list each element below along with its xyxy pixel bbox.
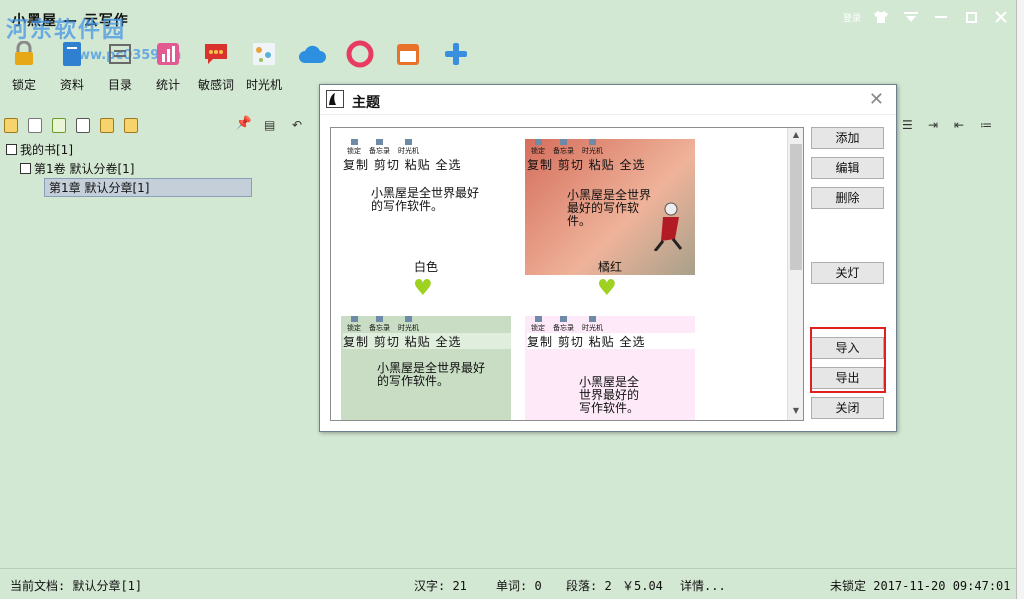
new-chapter-icon[interactable] [52, 117, 66, 133]
ring-icon [346, 40, 374, 68]
undo-icon[interactable]: ↶ [292, 118, 302, 132]
app-icon [326, 90, 344, 108]
paragraph-count: 段落: 2 [566, 579, 612, 593]
tree-node-volume[interactable]: 第1卷 默认分卷[1] [6, 159, 256, 178]
selected-heart-icon: ♥ [597, 276, 617, 301]
tree-node-chapter[interactable]: 第1章 默认分章[1] [6, 178, 256, 197]
mini-toolbar: 锁定 备忘录 时光机 [347, 139, 511, 156]
lights-off-button[interactable]: 关灯 [811, 262, 884, 284]
toolbar-label: 时光机 [245, 78, 282, 92]
window-controls: 登录 [838, 6, 1016, 28]
current-document: 当前文档: 默认分章[1] [10, 579, 143, 593]
indent-icon[interactable]: ⇥ [928, 118, 938, 132]
toolbar-materials-button[interactable]: 资料 [48, 36, 96, 100]
paragraph-icon[interactable]: ▤ [264, 118, 275, 132]
sample-text: 小黑屋是全世界最好 的写作软件。 [377, 361, 486, 388]
menu-dropdown-icon[interactable] [896, 6, 926, 28]
align-icon[interactable]: ☰ [902, 118, 913, 132]
toolbar-stats-button[interactable]: 统计 [144, 36, 192, 100]
tree-node-label: 我的书[1] [20, 143, 73, 157]
calendar-icon [394, 40, 422, 68]
background-window-edge [1016, 0, 1024, 599]
highlight-frame [810, 327, 886, 393]
bullet-list-icon[interactable]: ≔ [980, 118, 992, 132]
details-link[interactable]: 详情... [680, 577, 726, 594]
sample-text: 小黑屋是全世界最好 的写作软件。 [371, 186, 480, 213]
tree-node-label: 第1章 默认分章[1] [44, 178, 252, 197]
book-tree: 我的书[1] 第1卷 默认分卷[1] 第1章 默认分章[1] [6, 140, 256, 197]
toolbar-label: 目录 [107, 78, 132, 92]
outdent-icon[interactable]: ⇤ [954, 118, 964, 132]
tree-node-book[interactable]: 我的书[1] [6, 140, 256, 159]
theme-card-orange[interactable]: 锁定 备忘录 时光机 复制 剪切 粘贴 全选 小黑屋是全世界 最好的写作软 件。… [525, 139, 695, 275]
vertical-scrollbar[interactable]: ▲ ▼ [787, 128, 803, 420]
checkbox[interactable] [20, 163, 31, 174]
list-icon [106, 40, 134, 68]
edit-button[interactable]: 编辑 [811, 157, 884, 179]
scroll-up-icon[interactable]: ▲ [790, 130, 802, 142]
delete-button[interactable]: 删除 [811, 187, 884, 209]
mini-toolbar: 锁定 备忘录 时光机 [531, 139, 695, 156]
status-bar: 当前文档: 默认分章[1] 汉字: 21 单词: 0 段落: 2 ￥5.04 详… [0, 568, 1016, 599]
move-up-icon[interactable] [100, 117, 114, 133]
close-icon[interactable]: ✕ [869, 89, 884, 110]
toolbar-sensitive-words-button[interactable]: 敏感词 [192, 36, 240, 100]
toolbar-label: 资料 [59, 78, 84, 92]
tree-toolbar: 📌 [4, 114, 256, 136]
price-estimate: ￥5.04 [622, 579, 663, 593]
close-window-button[interactable] [986, 6, 1016, 28]
pin-icon[interactable]: 📌 [236, 116, 252, 131]
minimize-button[interactable] [926, 6, 956, 28]
book-icon [58, 40, 86, 68]
sample-menu: 复制 剪切 粘贴 全选 [343, 333, 511, 349]
toolbar-lock-button[interactable]: 锁定 [0, 36, 48, 100]
close-button[interactable]: 关闭 [811, 397, 884, 419]
tree-node-label: 第1卷 默认分卷[1] [34, 162, 135, 176]
plus-icon [442, 40, 470, 68]
checkbox[interactable] [6, 144, 17, 155]
mini-toolbar: 锁定 备忘录 时光机 [531, 316, 695, 333]
move-down-icon[interactable] [124, 117, 138, 133]
lock-icon [10, 40, 38, 68]
char-count: 汉字: 21 [414, 579, 467, 593]
chat-icon [202, 40, 230, 68]
scroll-thumb[interactable] [790, 144, 802, 270]
toolbar-label: 锁定 [11, 78, 36, 92]
skin-icon[interactable] [866, 6, 896, 28]
add-button[interactable]: 添加 [811, 127, 884, 149]
login-link[interactable]: 登录 [838, 6, 866, 28]
sample-text: 小黑屋是全世界 最好的写作软 件。 [567, 188, 652, 228]
theme-card-white[interactable]: 锁定 备忘录 时光机 复制 剪切 粘贴 全选 小黑屋是全世界最好 的写作软件。 … [341, 139, 511, 275]
word-count: 单词: 0 [496, 579, 542, 593]
dialog-header: 主题 ✕ [320, 85, 896, 115]
theme-card-green[interactable]: 锁定 备忘录 时光机 复制 剪切 粘贴 全选 小黑屋是全世界最好 的写作软件。 [341, 316, 511, 420]
sample-menu: 复制 剪切 粘贴 全选 [527, 158, 646, 172]
dialog-title: 主题 [352, 95, 380, 111]
cloud-icon [298, 40, 326, 68]
sample-text: 小黑屋是全 世界最好的 写作软件。 [579, 375, 640, 415]
toolbar-label: 统计 [155, 78, 180, 92]
toolbar-outline-button[interactable]: 目录 [96, 36, 144, 100]
lock-status-time: 未锁定 2017-11-20 09:47:01 [830, 579, 1011, 593]
maximize-button[interactable] [956, 6, 986, 28]
selected-heart-icon: ♥ [413, 276, 433, 301]
timemachine-icon [250, 40, 278, 68]
theme-list[interactable]: 锁定 备忘录 时光机 复制 剪切 粘贴 全选 小黑屋是全世界最好 的写作软件。 … [330, 127, 804, 421]
stats-icon [154, 40, 182, 68]
title-bar: 小黑屋 — 云写作 河东软件园 登录 [0, 0, 1016, 43]
figure-illustration [653, 202, 683, 251]
toolbar-timemachine-button[interactable]: 时光机 [240, 36, 288, 100]
theme-name: 橘红 [597, 260, 622, 274]
toolbar-label: 敏感词 [197, 78, 234, 92]
sample-menu: 复制 剪切 粘贴 全选 [343, 158, 462, 172]
insert-chapter-icon[interactable] [76, 117, 90, 133]
mini-toolbar: 锁定 备忘录 时光机 [347, 316, 511, 333]
theme-name: 白色 [413, 260, 438, 274]
sample-menu: 复制 剪切 粘贴 全选 [527, 333, 695, 349]
new-book-icon[interactable] [4, 117, 18, 133]
scroll-down-icon[interactable]: ▼ [790, 406, 802, 418]
theme-dialog: 主题 ✕ 锁定 备忘录 时光机 复制 剪切 粘贴 全选 小黑屋是全世界最好 的写… [319, 84, 897, 432]
theme-card-pink[interactable]: 锁定 备忘录 时光机 复制 剪切 粘贴 全选 小黑屋是全 世界最好的 写作软件。 [525, 316, 695, 420]
new-volume-icon[interactable] [28, 117, 42, 133]
